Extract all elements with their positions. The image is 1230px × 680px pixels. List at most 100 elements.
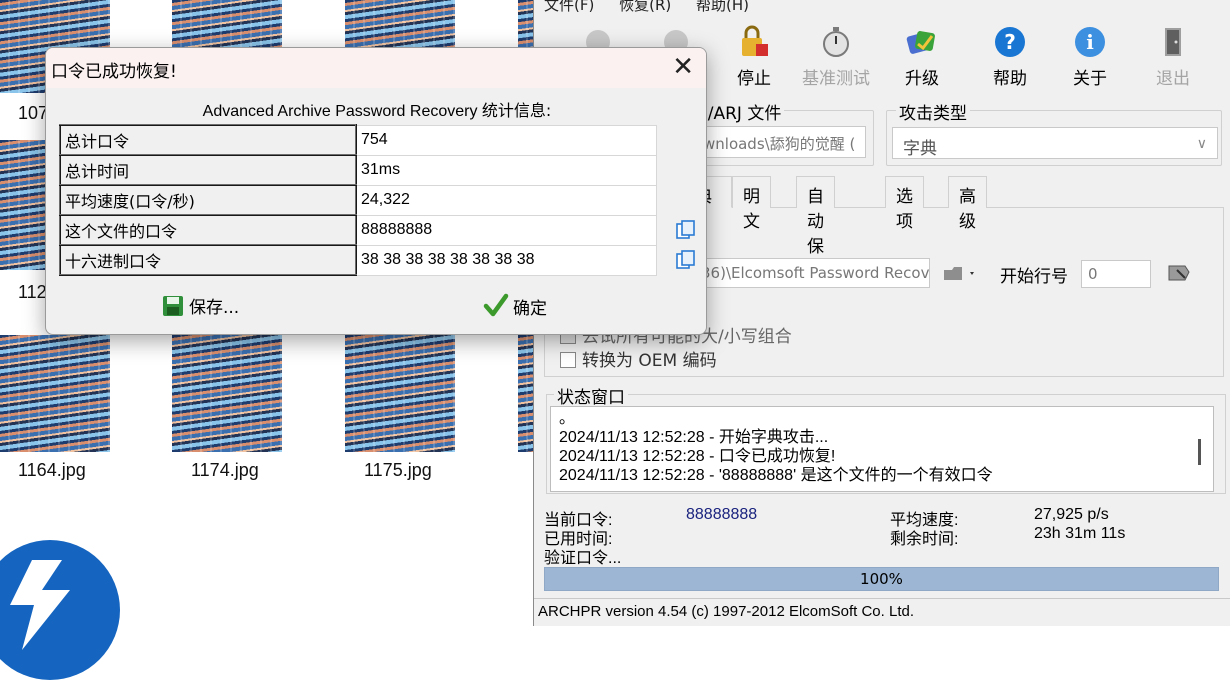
- copy-icon: [676, 220, 695, 239]
- checkmark-icon: [483, 293, 509, 317]
- exit-door-icon: [1165, 28, 1181, 56]
- status-bar: ARCHPR version 4.54 (c) 1997-2012 ElcomS…: [534, 598, 1230, 626]
- ok-button[interactable]: 确定: [483, 293, 547, 319]
- stat-key: 总计口令: [59, 124, 357, 156]
- close-icon[interactable]: ✕: [672, 52, 694, 82]
- eraser-icon: [1168, 265, 1190, 281]
- benchmark-label: 基准测试: [802, 69, 870, 89]
- chevron-down-icon: ∨: [1196, 136, 1207, 152]
- stat-value[interactable]: 31ms: [355, 154, 657, 186]
- svg-text:?: ?: [1004, 30, 1016, 54]
- table-row: 这个文件的口令 88888888: [59, 214, 657, 246]
- table-row: 总计口令 754: [59, 124, 657, 156]
- version-text: ARCHPR version 4.54 (c) 1997-2012 ElcomS…: [538, 603, 915, 620]
- save-label: 保存...: [189, 298, 240, 318]
- exit-button[interactable]: 退出: [1135, 24, 1211, 89]
- upgrade-icon: [906, 31, 935, 54]
- tab-advanced[interactable]: 高级: [948, 176, 987, 232]
- benchmark-button[interactable]: 基准测试: [794, 24, 878, 89]
- stats-heading-suffix: 统计信息:: [481, 101, 552, 120]
- folder-dropdown-icon: [944, 267, 974, 280]
- attack-type-value: 字典: [903, 139, 937, 159]
- stat-key: 总计时间: [59, 154, 357, 186]
- file-name: 107: [18, 103, 49, 123]
- oem-checkbox[interactable]: [560, 352, 576, 368]
- verify-password-label: 验证口令...: [544, 550, 622, 567]
- save-button[interactable]: 保存...: [161, 293, 239, 318]
- progress-bar: 100%: [544, 567, 1219, 591]
- upgrade-label: 升级: [905, 69, 939, 89]
- table-row: 总计时间 31ms: [59, 154, 657, 186]
- lock-stop-icon: [742, 25, 768, 56]
- attack-type-label: 攻击类型: [896, 99, 970, 124]
- stats-table: 总计口令 754 总计时间 31ms 平均速度(口令/秒) 24,322 这个文…: [59, 124, 657, 276]
- stats-heading-product: Advanced Archive Password Recovery: [202, 103, 478, 120]
- bandizip-logo-icon[interactable]: [0, 540, 120, 680]
- info-icon: i: [1075, 27, 1105, 57]
- tab-options[interactable]: 选项: [885, 176, 924, 232]
- image-thumbnail[interactable]: [172, 335, 282, 452]
- current-password-value: 88888888: [686, 506, 758, 523]
- log-line: 2024/11/13 12:52:28 - '88888888' 是这个文件的一…: [559, 467, 993, 484]
- oem-label: 转换为 OEM 编码: [582, 351, 717, 371]
- status-log[interactable]: 。 2024/11/13 12:52:28 - 开始字典攻击... 2024/1…: [550, 406, 1214, 492]
- about-button[interactable]: i 关于: [1052, 24, 1128, 89]
- help-button[interactable]: ? 帮助: [972, 24, 1048, 89]
- table-row: 十六进制口令 38 38 38 38 38 38 38 38: [59, 244, 657, 276]
- tab-autosave[interactable]: 自动保存: [796, 176, 835, 282]
- dialog-titlebar[interactable]: 口令已成功恢复! ✕: [46, 48, 706, 88]
- stat-key: 这个文件的口令: [59, 214, 357, 246]
- copy-password-button[interactable]: [675, 219, 697, 241]
- stats-heading: Advanced Archive Password Recovery 统计信息:: [46, 97, 706, 121]
- menu-file[interactable]: 文件(F): [544, 0, 594, 14]
- remaining-time-label: 剩余时间:: [890, 531, 959, 548]
- stat-key: 平均速度(口令/秒): [59, 184, 357, 216]
- image-thumbnail[interactable]: [345, 335, 455, 452]
- image-thumbnail[interactable]: [0, 335, 110, 452]
- log-line: 2024/11/13 12:52:28 - 开始字典攻击...: [559, 429, 829, 446]
- start-line-input[interactable]: 0: [1081, 260, 1151, 288]
- log-line: 。: [559, 410, 576, 427]
- stat-value[interactable]: 38 38 38 38 38 38 38 38: [355, 244, 657, 276]
- dictionary-path-input[interactable]: 36)\Elcomsoft Password Recove: [694, 258, 930, 288]
- tab-plaintext[interactable]: 明文: [732, 176, 771, 232]
- upgrade-button[interactable]: 升级: [884, 24, 960, 89]
- svg-text:i: i: [1086, 30, 1094, 54]
- file-name: 1174.jpg: [191, 460, 259, 480]
- help-label: 帮助: [993, 69, 1027, 89]
- file-name: 1175.jpg: [364, 460, 432, 480]
- about-label: 关于: [1073, 69, 1107, 89]
- file-name: 1164.jpg: [18, 460, 86, 480]
- attack-type-select[interactable]: 字典 ∨: [892, 127, 1218, 159]
- avg-speed-value: 27,925 p/s: [1034, 506, 1109, 523]
- stat-value[interactable]: 754: [355, 124, 657, 156]
- password-recovered-dialog: 口令已成功恢复! ✕ Advanced Archive Password Rec…: [45, 47, 707, 335]
- reset-start-line-button[interactable]: [1165, 260, 1193, 290]
- menu-recovery[interactable]: 恢复(R): [619, 0, 671, 14]
- oem-option[interactable]: 转换为 OEM 编码: [560, 346, 717, 371]
- copy-icon: [676, 250, 695, 269]
- start-line-label: 开始行号: [1000, 267, 1068, 287]
- menu-help[interactable]: 帮助(H): [696, 0, 749, 14]
- encrypted-file-label: E/ARJ 文件: [694, 99, 785, 124]
- progress-text: 100%: [860, 570, 903, 588]
- file-name: 112: [18, 282, 47, 302]
- stopwatch-icon: [823, 27, 849, 57]
- exit-label: 退出: [1156, 69, 1190, 89]
- browse-dictionary-button[interactable]: [942, 262, 976, 288]
- log-scrollbar[interactable]: [1198, 439, 1201, 465]
- save-floppy-icon: [163, 295, 183, 316]
- help-icon: ?: [995, 27, 1025, 57]
- stat-key: 十六进制口令: [59, 244, 357, 276]
- copy-hex-password-button[interactable]: [675, 249, 697, 271]
- stat-value[interactable]: 88888888: [355, 214, 657, 246]
- ok-label: 确定: [513, 298, 547, 319]
- dialog-title: 口令已成功恢复!: [51, 62, 177, 82]
- stat-value[interactable]: 24,322: [355, 184, 657, 216]
- stop-label: 停止: [737, 69, 771, 89]
- remaining-time-value: 23h 31m 11s: [1034, 525, 1126, 542]
- menu-bar: 文件(F) 恢复(R) 帮助(H): [544, 0, 769, 15]
- file-path-input[interactable]: wnloads\舔狗的觉醒 (: [694, 126, 866, 158]
- stop-button[interactable]: 停止: [716, 24, 792, 89]
- table-row: 平均速度(口令/秒) 24,322: [59, 184, 657, 216]
